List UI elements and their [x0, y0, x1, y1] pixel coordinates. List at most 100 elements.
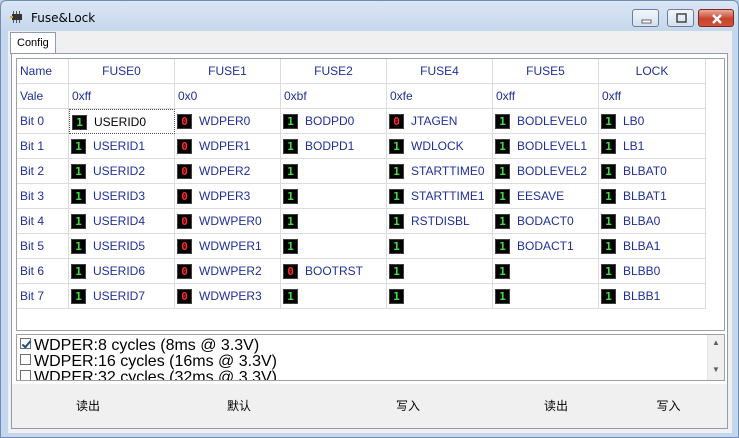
fuse-value-cell[interactable]: 0x0	[175, 84, 281, 109]
column-header-name: Name	[17, 59, 69, 84]
read-button[interactable]: 读出	[12, 384, 164, 428]
bit-cell: 1	[387, 259, 493, 284]
bit-cell: 1 BLBAT1	[599, 184, 706, 209]
bit-label: STARTTIME0	[411, 164, 485, 178]
bit-toggle[interactable]: 1	[601, 164, 616, 179]
bit-cell: 1	[281, 209, 387, 234]
grid-value-row: Vale 0xff 0x0 0xbf 0xfe 0xff 0xff	[17, 84, 706, 109]
fuse-value-cell[interactable]: 0xbf	[281, 84, 387, 109]
fuse-value-cell[interactable]: 0xff	[493, 84, 599, 109]
bit-toggle[interactable]: 0	[177, 139, 192, 154]
close-button[interactable]	[698, 9, 734, 27]
bit-toggle[interactable]: 1	[495, 139, 510, 154]
bit-toggle[interactable]: 1	[495, 164, 510, 179]
maximize-button[interactable]	[667, 9, 694, 27]
vertical-scrollbar[interactable]: ▲ ▼	[707, 335, 724, 380]
bit-toggle[interactable]: 1	[71, 264, 86, 279]
fuse-value-cell[interactable]: 0xff	[69, 84, 175, 109]
bit-toggle[interactable]: 1	[283, 214, 298, 229]
read-lock-button[interactable]: 读出	[502, 384, 610, 428]
bit-toggle[interactable]: 0	[177, 164, 192, 179]
option-label: WDPER:32 cycles (32ms @ 3.3V)	[34, 369, 277, 381]
bit-toggle[interactable]: 1	[71, 214, 86, 229]
tab-config[interactable]: Config	[10, 32, 56, 54]
bit-toggle[interactable]: 1	[283, 139, 298, 154]
bit-cell: 0 WDPER3	[175, 184, 281, 209]
bit-toggle[interactable]: 1	[601, 214, 616, 229]
bit-toggle[interactable]: 1	[71, 139, 86, 154]
bit-toggle[interactable]: 1	[389, 239, 404, 254]
bit-toggle[interactable]: 0	[283, 264, 298, 279]
bit-toggle[interactable]: 0	[177, 214, 192, 229]
bit-label: BLBA1	[623, 239, 661, 253]
bit-toggle[interactable]: 1	[71, 239, 86, 254]
bit-cell: 1 WDLOCK	[387, 134, 493, 159]
row-label-bit: Bit 2	[17, 159, 69, 184]
options-list[interactable]: WDPER:8 cycles (8ms @ 3.3V) WDPER:16 cyc…	[16, 334, 725, 381]
scroll-down-icon[interactable]: ▼	[712, 365, 720, 374]
bit-label: BLBA0	[623, 214, 661, 228]
bit-toggle[interactable]: 1	[495, 214, 510, 229]
bit-toggle[interactable]: 1	[389, 139, 404, 154]
bit-toggle[interactable]: 1	[601, 139, 616, 154]
table-row: Bit 4 1 USERID4 0 WDWPER0 1 1 RSTDISBL 1 BODACT0 1…	[17, 209, 706, 234]
bit-toggle[interactable]: 1	[601, 264, 616, 279]
bit-toggle[interactable]: 1	[389, 189, 404, 204]
list-item[interactable]: WDPER:16 cycles (16ms @ 3.3V)	[20, 354, 277, 370]
bit-toggle[interactable]: 1	[601, 114, 616, 129]
list-item[interactable]: WDPER:32 cycles (32ms @ 3.3V)	[20, 369, 277, 381]
bit-cell: 0 WDWPER3	[175, 284, 281, 309]
write-lock-button[interactable]: 写入	[610, 384, 727, 428]
bit-toggle[interactable]: 1	[495, 189, 510, 204]
fuse-value-cell[interactable]: 0xfe	[387, 84, 493, 109]
bit-toggle[interactable]: 0	[177, 114, 192, 129]
bit-toggle[interactable]: 0	[177, 239, 192, 254]
default-button[interactable]: 默认	[164, 384, 314, 428]
bit-toggle[interactable]: 1	[389, 214, 404, 229]
bit-toggle[interactable]: 1	[283, 289, 298, 304]
fuse-value-cell[interactable]: 0xff	[599, 84, 706, 109]
bit-toggle[interactable]: 1	[389, 164, 404, 179]
write-button[interactable]: 写入	[314, 384, 502, 428]
bit-label: WDLOCK	[411, 139, 464, 153]
bit-toggle[interactable]: 1	[71, 164, 86, 179]
bit-toggle[interactable]: 1	[71, 289, 86, 304]
bit-toggle[interactable]: 0	[177, 189, 192, 204]
scroll-up-icon[interactable]: ▲	[712, 338, 720, 347]
bit-toggle[interactable]: 1	[389, 289, 404, 304]
minimize-button[interactable]	[632, 9, 659, 27]
bit-toggle[interactable]: 0	[177, 289, 192, 304]
bit-toggle[interactable]: 1	[601, 189, 616, 204]
bit-toggle[interactable]: 1	[495, 289, 510, 304]
bit-toggle[interactable]: 1	[495, 264, 510, 279]
bit-cell: 0 JTAGEN	[387, 109, 493, 134]
list-item[interactable]: WDPER:8 cycles (8ms @ 3.3V)	[20, 338, 259, 354]
checkbox[interactable]	[20, 354, 31, 365]
bit-toggle[interactable]: 1	[283, 114, 298, 129]
checkbox[interactable]	[20, 338, 31, 349]
bit-toggle[interactable]: 1	[601, 239, 616, 254]
bit-toggle[interactable]: 1	[495, 239, 510, 254]
column-header-fuse4: FUSE4	[387, 59, 493, 84]
checkbox[interactable]	[20, 370, 31, 380]
bit-toggle[interactable]: 1	[71, 189, 86, 204]
bit-toggle[interactable]: 1	[283, 239, 298, 254]
bit-cell: 1 USERID6	[69, 259, 175, 284]
bit-toggle[interactable]: 1	[72, 115, 87, 130]
bit-toggle[interactable]: 0	[177, 264, 192, 279]
bit-cell: 1 BLBA1	[599, 234, 706, 259]
bit-toggle[interactable]: 1	[495, 114, 510, 129]
bit-toggle[interactable]: 1	[283, 164, 298, 179]
row-label-bit: Bit 0	[17, 109, 69, 134]
bit-toggle[interactable]: 0	[389, 114, 404, 129]
config-panel: Name FUSE0 FUSE1 FUSE2 FUSE4 FUSE5 LOCK Vale 0xf…	[11, 53, 728, 429]
bit-toggle[interactable]: 1	[283, 189, 298, 204]
bit-toggle[interactable]: 1	[389, 264, 404, 279]
bit-toggle[interactable]: 1	[601, 289, 616, 304]
column-header-lock: LOCK	[599, 59, 706, 84]
bit-cell: 1	[281, 234, 387, 259]
title-bar[interactable]: Fuse&Lock	[1, 1, 738, 31]
bit-cell: 1 BODPD0	[281, 109, 387, 134]
bit-cell: 1 BODACT1	[493, 234, 599, 259]
fuse-grid: Name FUSE0 FUSE1 FUSE2 FUSE4 FUSE5 LOCK Vale 0xf…	[16, 58, 725, 331]
